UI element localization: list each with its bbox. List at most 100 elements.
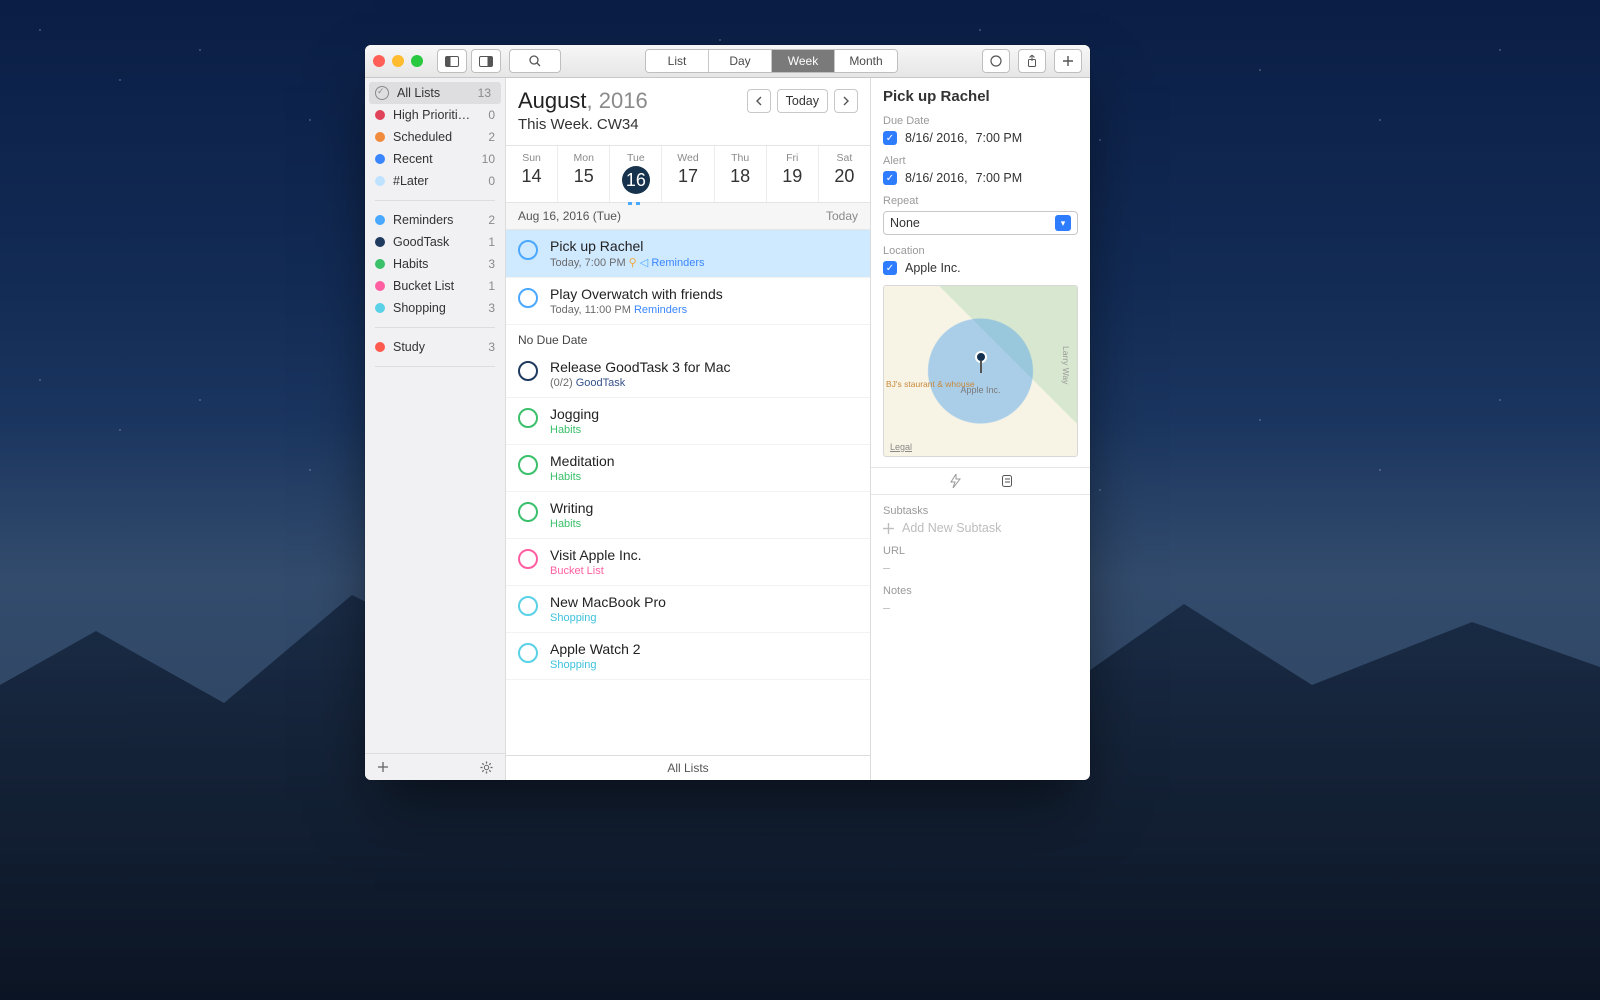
sidebar-item-count: 3 bbox=[488, 340, 495, 354]
sidebar-item[interactable]: Reminders2 bbox=[365, 209, 505, 231]
complete-checkbox[interactable] bbox=[518, 361, 538, 381]
task-meta: (0/2) GoodTask bbox=[550, 377, 858, 389]
url-value[interactable]: – bbox=[883, 561, 1078, 575]
traffic-close-icon[interactable] bbox=[373, 55, 385, 67]
sidebar-right-toggle-button[interactable] bbox=[471, 49, 501, 73]
quick-action-tab[interactable] bbox=[949, 474, 961, 488]
task-meta: Habits bbox=[550, 424, 858, 436]
sidebar-item[interactable]: Recent 10 bbox=[365, 148, 505, 170]
day-number: 16 bbox=[622, 166, 650, 194]
subtasks-tab[interactable] bbox=[1001, 474, 1013, 488]
settings-button[interactable] bbox=[480, 761, 493, 774]
url-label: URL bbox=[883, 545, 1078, 557]
complete-checkbox[interactable] bbox=[518, 549, 538, 569]
sidebar-item[interactable]: Study3 bbox=[365, 336, 505, 358]
week-day[interactable]: Sat 20 bbox=[819, 146, 870, 202]
sidebar-item-count: 0 bbox=[488, 174, 495, 188]
due-time-value[interactable]: 7:00 PM bbox=[976, 131, 1023, 145]
repeat-select[interactable]: None ▾ bbox=[883, 211, 1078, 235]
task-row[interactable]: WritingHabits bbox=[506, 492, 870, 539]
complete-checkbox[interactable] bbox=[518, 455, 538, 475]
details-pane: Pick up Rachel Due Date ✓ 8/16/ 2016, 7:… bbox=[871, 78, 1090, 780]
task-title: Meditation bbox=[550, 453, 858, 469]
task-row[interactable]: Pick up RachelToday, 7:00 PM ⚲ ◁ Reminde… bbox=[506, 230, 870, 278]
week-day[interactable]: Sun14 bbox=[506, 146, 558, 202]
alert-time-value[interactable]: 7:00 PM bbox=[976, 171, 1023, 185]
sidebar-item-label: High Prioriti… bbox=[393, 108, 470, 122]
traffic-zoom-icon[interactable] bbox=[411, 55, 423, 67]
day-number: 20 bbox=[819, 166, 870, 187]
due-date-label: Due Date bbox=[883, 115, 1078, 127]
sync-button[interactable] bbox=[982, 49, 1010, 73]
sidebar-item-label: Habits bbox=[393, 257, 428, 271]
complete-checkbox[interactable] bbox=[518, 643, 538, 663]
complete-checkbox[interactable] bbox=[518, 240, 538, 260]
today-button[interactable]: Today bbox=[777, 89, 828, 113]
alert-checkbox[interactable]: ✓ bbox=[883, 171, 897, 185]
due-date-value[interactable]: 8/16/ 2016, bbox=[905, 131, 968, 145]
task-row[interactable]: Release GoodTask 3 for Mac(0/2) GoodTask bbox=[506, 351, 870, 398]
add-button[interactable] bbox=[1054, 49, 1082, 73]
day-number: 14 bbox=[506, 166, 557, 187]
view-month-tab[interactable]: Month bbox=[835, 50, 897, 72]
sidebar-item[interactable]: High Prioriti… 0 bbox=[365, 104, 505, 126]
due-date-checkbox[interactable]: ✓ bbox=[883, 131, 897, 145]
list-color-dot-icon bbox=[375, 237, 385, 247]
sidebar-item[interactable]: Scheduled2 bbox=[365, 126, 505, 148]
week-day[interactable]: Tue16 bbox=[610, 146, 662, 202]
alert-date-value[interactable]: 8/16/ 2016, bbox=[905, 171, 968, 185]
task-title: Apple Watch 2 bbox=[550, 641, 858, 657]
sidebar-item[interactable]: GoodTask1 bbox=[365, 231, 505, 253]
map-legal-link[interactable]: Legal bbox=[890, 442, 912, 452]
week-day[interactable]: Fri19 bbox=[767, 146, 819, 202]
traffic-minimize-icon[interactable] bbox=[392, 55, 404, 67]
week-day[interactable]: Wed17 bbox=[662, 146, 714, 202]
complete-checkbox[interactable] bbox=[518, 288, 538, 308]
sidebar-item-count: 10 bbox=[482, 152, 495, 166]
location-label: Location bbox=[883, 245, 1078, 257]
sidebar-item[interactable]: Shopping3 bbox=[365, 297, 505, 319]
view-day-tab[interactable]: Day bbox=[709, 50, 772, 72]
location-map[interactable]: Apple Inc. BJ's staurant & whouse Larry … bbox=[883, 285, 1078, 457]
search-button[interactable] bbox=[509, 49, 561, 73]
location-checkbox[interactable]: ✓ bbox=[883, 261, 897, 275]
week-day[interactable]: Mon15 bbox=[558, 146, 610, 202]
view-week-tab[interactable]: Week bbox=[772, 50, 835, 72]
prev-week-button[interactable] bbox=[747, 89, 771, 113]
select-arrows-icon: ▾ bbox=[1055, 215, 1071, 231]
sidebar-item[interactable]: All Lists13 bbox=[369, 82, 501, 104]
week-day[interactable]: Thu18 bbox=[715, 146, 767, 202]
complete-checkbox[interactable] bbox=[518, 596, 538, 616]
alert-label: Alert bbox=[883, 155, 1078, 167]
add-subtask-button[interactable]: Add New Subtask bbox=[883, 521, 1078, 535]
share-button[interactable] bbox=[1018, 49, 1046, 73]
task-row[interactable]: New MacBook ProShopping bbox=[506, 586, 870, 633]
list-color-dot-icon bbox=[375, 303, 385, 313]
complete-checkbox[interactable] bbox=[518, 502, 538, 522]
new-list-button[interactable] bbox=[377, 761, 389, 773]
task-row[interactable]: Play Overwatch with friendsToday, 11:00 … bbox=[506, 278, 870, 325]
sidebar-item-label: Recent bbox=[393, 152, 433, 166]
details-title: Pick up Rachel bbox=[883, 88, 1078, 105]
sidebar-item-count: 0 bbox=[488, 108, 495, 122]
weekday-label: Sat bbox=[819, 152, 870, 164]
sidebar-item[interactable]: #Later0 bbox=[365, 170, 505, 192]
sidebar-item[interactable]: Bucket List1 bbox=[365, 275, 505, 297]
sidebar-item[interactable]: Habits3 bbox=[365, 253, 505, 275]
day-number: 15 bbox=[558, 166, 609, 187]
subtasks-label: Subtasks bbox=[883, 505, 1078, 517]
next-week-button[interactable] bbox=[834, 89, 858, 113]
task-row[interactable]: MeditationHabits bbox=[506, 445, 870, 492]
task-row[interactable]: JoggingHabits bbox=[506, 398, 870, 445]
sidebar-left-toggle-button[interactable] bbox=[437, 49, 467, 73]
location-value[interactable]: Apple Inc. bbox=[905, 261, 961, 275]
main-footer-label: All Lists bbox=[506, 755, 870, 780]
task-row[interactable]: Visit Apple Inc.Bucket List bbox=[506, 539, 870, 586]
complete-checkbox[interactable] bbox=[518, 408, 538, 428]
task-row[interactable]: Apple Watch 2Shopping bbox=[506, 633, 870, 680]
list-color-dot-icon bbox=[375, 154, 385, 164]
app-window: List Day Week Month All Lists13High Prio… bbox=[365, 45, 1090, 780]
task-title: Visit Apple Inc. bbox=[550, 547, 858, 563]
notes-value[interactable]: – bbox=[883, 601, 1078, 615]
view-list-tab[interactable]: List bbox=[646, 50, 709, 72]
